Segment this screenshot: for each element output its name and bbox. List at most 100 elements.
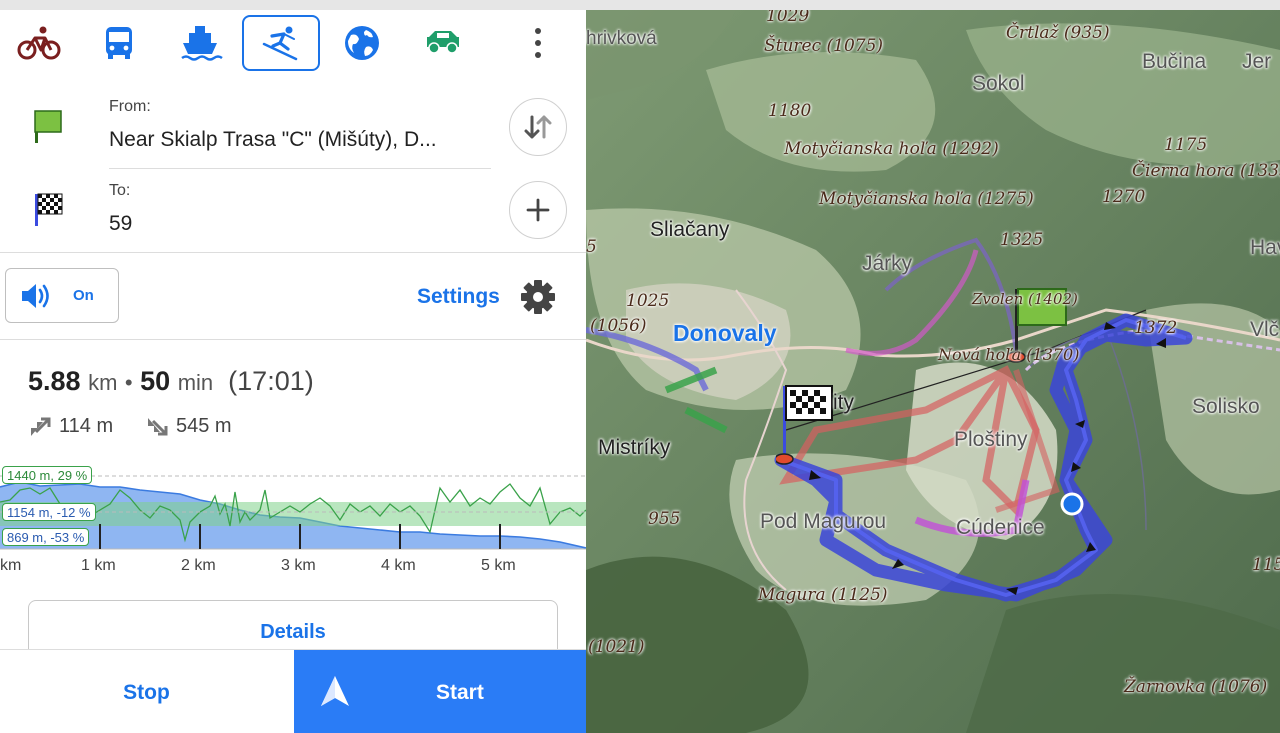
start-label: Start — [436, 681, 484, 704]
ski-icon — [262, 26, 298, 61]
navigation-arrow-icon — [321, 676, 349, 706]
stop-label: Stop — [123, 681, 170, 704]
duration-unit: min — [177, 370, 214, 395]
map-label: Čierna hora (1335) — [1132, 161, 1280, 181]
map-label: Mistríky — [598, 436, 671, 459]
speaker-icon — [22, 284, 49, 308]
mode-offroad[interactable] — [404, 15, 482, 71]
distance-value: 5.88 — [28, 366, 81, 396]
map-label: Magura (1125) — [758, 585, 888, 605]
map-label: 5 — [586, 237, 597, 257]
map-label: (1021) — [588, 637, 645, 657]
distance-tick-label: 2 km — [181, 557, 216, 574]
map-view[interactable]: 1029 Šturec (1075) hrivková Črtlaž (935)… — [586, 10, 1280, 733]
bottom-action-bar: Stop Start — [0, 649, 586, 733]
divider — [109, 168, 491, 169]
status-bar — [0, 0, 1280, 10]
mode-bus[interactable] — [80, 15, 158, 71]
from-label: From: — [109, 98, 151, 115]
map-label: Jer — [1242, 50, 1272, 73]
map-label: Črtlaž (935) — [1006, 23, 1110, 43]
route-summary: 5.88 km • 50 min (17:01) — [28, 366, 314, 397]
map-label: Sokol — [972, 72, 1025, 95]
bus-icon — [106, 27, 132, 59]
distance-tick-label: 3 km — [281, 557, 316, 574]
map-label: 115 — [1252, 555, 1280, 575]
map-label: Sliačany — [650, 218, 730, 241]
to-field[interactable]: 59 — [109, 212, 132, 236]
voice-state-label: On — [73, 287, 94, 304]
mode-boat[interactable] — [161, 15, 239, 71]
swap-icon — [524, 115, 552, 139]
terrain-layer — [586, 10, 1280, 733]
from-field[interactable]: Near Skialp Trasa "C" (Mišúty), D... — [109, 128, 437, 152]
separator-dot: • — [124, 370, 133, 395]
descent-value: 545 m — [176, 415, 232, 437]
finish-flag-marker[interactable] — [776, 382, 836, 472]
globe-icon — [345, 26, 379, 60]
map-label: 1325 — [1000, 230, 1044, 250]
map-label: Vlč — [1250, 318, 1280, 341]
offroad-car-icon — [427, 31, 459, 54]
map-label: Hav — [1250, 236, 1280, 259]
arrival-time: (17:01) — [228, 366, 314, 396]
map-label: 1025 — [626, 291, 670, 311]
map-label: Járky — [862, 252, 913, 275]
ascent-value: 114 m — [59, 415, 114, 437]
distance-tick-label: 4 km — [381, 557, 416, 574]
finish-flag-icon — [35, 193, 63, 226]
boat-icon — [181, 26, 223, 61]
elevation-mid-tag: 1154 m, -12 % — [2, 503, 96, 521]
to-label: To: — [109, 182, 131, 199]
elevation-min-tag: 869 m, -53 % — [2, 528, 90, 546]
start-flag-icon — [34, 110, 62, 143]
current-location-icon — [1060, 492, 1084, 516]
map-label: hrivková — [586, 28, 657, 49]
map-label: Nová hoľa (1370) — [938, 345, 1080, 364]
elevation-max-tag: 1440 m, 29 % — [2, 466, 93, 484]
map-label: Bučina — [1142, 50, 1207, 73]
map-label: Žarnovka (1076) — [1124, 677, 1268, 697]
map-label: Pod Magurou — [760, 510, 887, 533]
map-label: Solisko — [1192, 395, 1260, 418]
map-label: 955 — [648, 509, 681, 529]
descent-icon — [148, 418, 168, 436]
duration-value: 50 — [140, 366, 171, 396]
route-panel: From: Near Skialp Trasa "C" (Mišúty), D.… — [0, 10, 586, 733]
distance-tick-label: 1 km — [81, 557, 116, 574]
more-menu-button[interactable] — [499, 15, 577, 71]
map-label: 1180 — [768, 101, 812, 121]
bicycle-icon — [17, 26, 61, 60]
map-label: Motyčianska hoľa (1275) — [819, 189, 1034, 209]
distance-tick-label: km — [0, 557, 22, 574]
transport-mode-bar — [0, 10, 586, 82]
mode-globe[interactable] — [323, 15, 401, 71]
map-label: Ploštiny — [954, 428, 1028, 451]
stop-button[interactable]: Stop — [0, 650, 293, 733]
add-waypoint-button[interactable] — [509, 181, 567, 239]
voice-guidance-toggle[interactable]: On — [5, 268, 119, 323]
map-label: Šturec (1075) — [764, 36, 884, 56]
map-label-donovaly: Donovaly — [673, 320, 777, 346]
map-label: 1270 — [1102, 187, 1146, 207]
map-label: 1175 — [1164, 135, 1208, 155]
map-label: 1372 — [1134, 318, 1178, 338]
ascent-icon — [31, 417, 51, 436]
details-label: Details — [260, 621, 326, 643]
mode-ski[interactable] — [242, 15, 320, 71]
map-label: 1029 — [766, 10, 810, 26]
start-button[interactable]: Start — [294, 650, 586, 733]
divider — [0, 339, 586, 340]
divider — [0, 252, 586, 253]
map-label: Cúdenice — [956, 516, 1045, 539]
plus-icon — [526, 198, 550, 222]
distance-tick-label: 5 km — [481, 557, 516, 574]
map-label: Motyčianska hoľa (1292) — [784, 139, 999, 159]
settings-link[interactable]: Settings — [417, 285, 500, 309]
distance-unit: km — [88, 370, 118, 395]
map-label: Zvolen (1402) — [972, 290, 1078, 308]
gear-icon[interactable] — [520, 279, 556, 315]
swap-button[interactable] — [509, 98, 567, 156]
mode-bicycle[interactable] — [0, 15, 78, 71]
map-label: ity — [833, 391, 854, 414]
